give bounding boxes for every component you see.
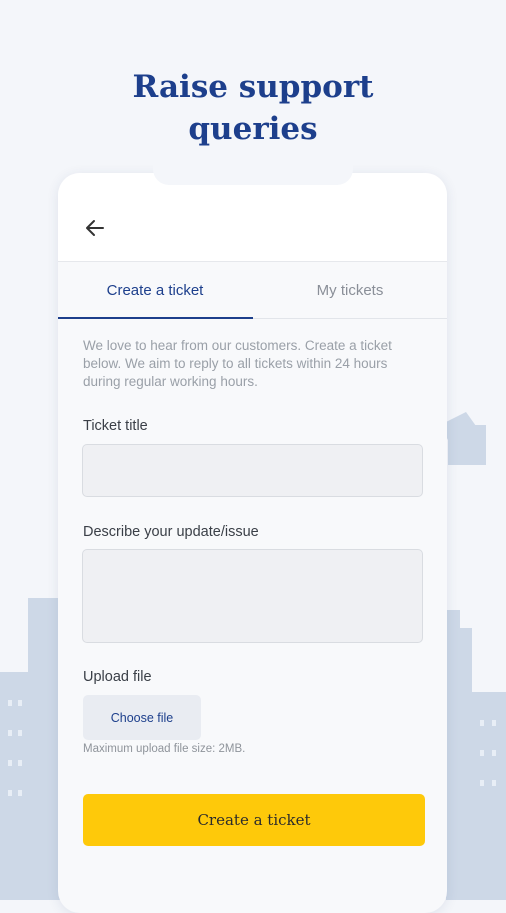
- headline-line-2: queries: [188, 111, 318, 147]
- tab-my-tickets[interactable]: My tickets: [253, 262, 447, 318]
- tab-bar: Create a ticket My tickets: [58, 262, 447, 319]
- ticket-title-input[interactable]: [82, 444, 423, 497]
- headline-line-1: Raise support: [132, 69, 374, 105]
- phone-frame: Create a ticket My tickets We love to he…: [58, 173, 447, 913]
- page-headline: Raise support queries: [0, 66, 506, 150]
- tab-create-ticket-label: Create a ticket: [106, 281, 204, 299]
- upload-size-hint: Maximum upload file size: 2MB.: [83, 743, 246, 755]
- tab-my-tickets-label: My tickets: [316, 281, 384, 299]
- phone-notch: [153, 165, 353, 185]
- describe-issue-textarea[interactable]: [82, 549, 423, 643]
- ticket-title-label: Ticket title: [83, 418, 148, 434]
- upload-file-label: Upload file: [83, 669, 152, 685]
- create-ticket-button[interactable]: Create a ticket: [83, 794, 425, 846]
- choose-file-button[interactable]: Choose file: [83, 695, 201, 740]
- arrow-left-icon: [84, 217, 106, 244]
- app-bar: [58, 173, 447, 262]
- describe-issue-label: Describe your update/issue: [83, 524, 259, 540]
- intro-text: We love to hear from our customers. Crea…: [83, 338, 392, 389]
- tab-create-ticket[interactable]: Create a ticket: [58, 262, 253, 319]
- back-button[interactable]: [82, 217, 108, 243]
- active-tab-indicator: [58, 317, 253, 319]
